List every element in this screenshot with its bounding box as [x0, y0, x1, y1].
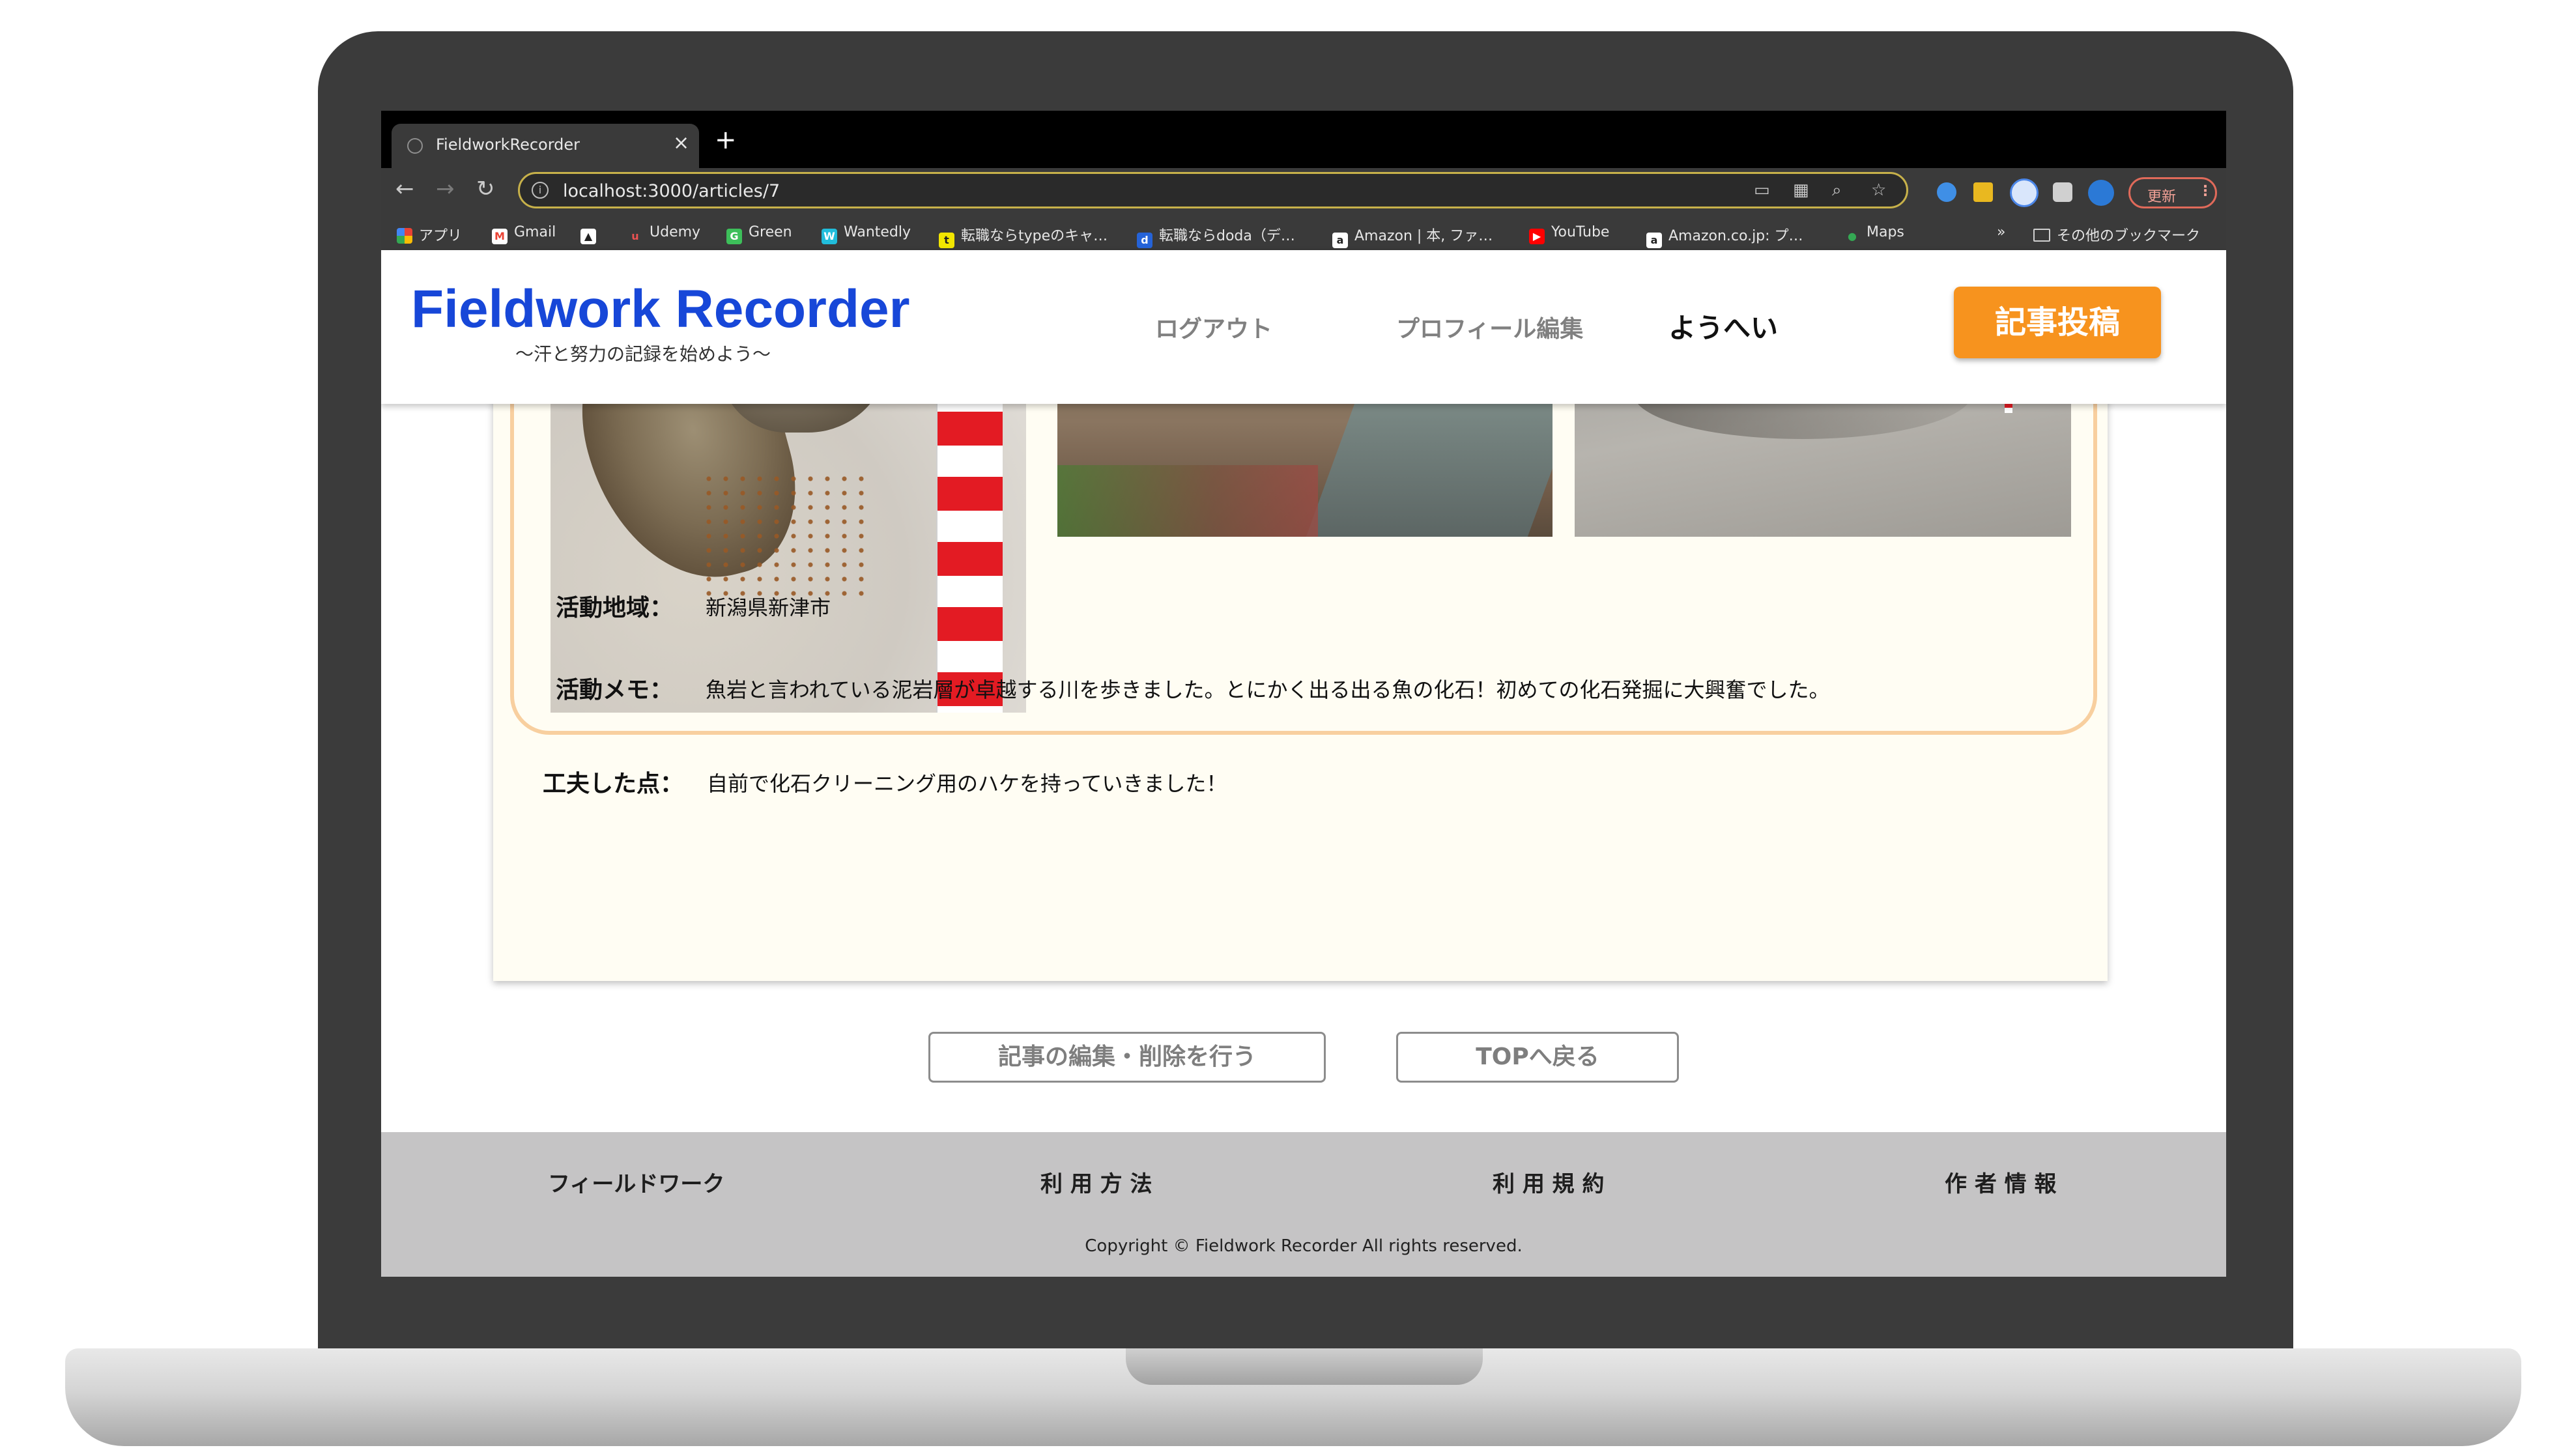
udemy-icon: u [631, 230, 639, 242]
page-body: 活動地域： 新潟県新津市 活動メモ： 魚岩と言われている泥岩層が卓越する川を歩き… [381, 250, 2226, 1277]
forward-arrow-icon[interactable]: → [436, 176, 455, 202]
screen: FieldworkRecorder × + ← → ↻ i localhost:… [381, 111, 2226, 1277]
bookmark-amazon[interactable]: a Amazon | 本, ファ… [1332, 224, 1493, 248]
atcoder-icon: ▲ [580, 229, 596, 244]
back-arrow-icon[interactable]: ← [395, 176, 414, 202]
browser-toolbar: ← → ↻ i localhost:3000/articles/7 ▭ ▦ ⌕ … [381, 168, 2226, 215]
close-tab-icon[interactable]: × [673, 132, 689, 154]
footer-link-usage[interactable]: 利 用 方 法 [1040, 1166, 1152, 1198]
tab-strip: FieldworkRecorder × + [381, 111, 2226, 168]
other-bookmarks[interactable]: その他のブックマーク [2033, 224, 2200, 245]
youtube-icon: ▶ [1529, 229, 1545, 244]
bookmark-atcoder[interactable]: ▲ [580, 224, 603, 244]
zoom-icon[interactable]: ⌕ [1832, 180, 1842, 201]
maps-pin-icon: ● [1848, 230, 1857, 242]
qr-code-icon[interactable]: ▦ [1793, 180, 1809, 200]
wantedly-icon: W [822, 229, 837, 244]
nav-logout[interactable]: ログアウト [1155, 310, 1272, 344]
footer-link-terms[interactable]: 利 用 規 約 [1493, 1166, 1605, 1198]
menu-kebab-icon: ⋮ [2198, 183, 2212, 199]
amazon-icon: a [1332, 233, 1348, 248]
cast-icon[interactable]: ▭ [1754, 180, 1770, 200]
globe-icon [407, 138, 423, 154]
folder-icon [2033, 229, 2050, 242]
site-header: Fieldwork Recorder 〜汗と努力の記録を始めよう〜 ログアウト … [381, 250, 2226, 404]
bookmark-apps[interactable]: アプリ [397, 224, 462, 245]
nav-username[interactable]: ようへい [1668, 306, 1778, 346]
doda-icon: d [1137, 233, 1152, 248]
ingenuity-value: 自前で化石クリーニング用のハケを持っていきました！ [707, 771, 1227, 796]
edit-delete-article-button[interactable]: 記事の編集・削除を行う [928, 1032, 1326, 1083]
copyright-text: Copyright © Fieldwork Recorder All right… [1085, 1236, 1523, 1256]
puzzle-extensions-icon[interactable] [2053, 182, 2072, 202]
memo-label: 活動メモ： [556, 677, 674, 704]
update-label: 更新 [2147, 189, 2177, 205]
browser-tab[interactable]: FieldworkRecorder × [392, 124, 699, 168]
site-logo[interactable]: Fieldwork Recorder [411, 279, 910, 340]
bookmark-green[interactable]: G Green [726, 224, 792, 244]
site-info-icon[interactable]: i [532, 182, 549, 199]
bookmark-amazon-jp[interactable]: a Amazon.co.jp: プ… [1646, 224, 1803, 248]
footer-link-fieldwork[interactable]: フィールドワーク [548, 1166, 724, 1198]
ingenuity-label: 工夫した点： [543, 771, 684, 797]
amazon-icon: a [1646, 233, 1662, 248]
site-footer: フィールドワーク 利 用 方 法 利 用 規 約 作 者 情 報 Copyrig… [381, 1132, 2226, 1277]
apps-grid-icon [397, 228, 412, 244]
url-text: localhost:3000/articles/7 [563, 181, 780, 201]
green-icon: G [726, 229, 742, 244]
reload-icon[interactable]: ↻ [476, 176, 495, 202]
laptop-notch [1126, 1348, 1483, 1385]
back-to-top-button[interactable]: TOPへ戻る [1396, 1032, 1679, 1083]
post-article-button[interactable]: 記事投稿 [1954, 287, 2161, 358]
bookmarks-bar: アプリ M Gmail ▲ u Udemy G Green W Wantedly t 転職… [381, 215, 2226, 250]
bookmark-udemy[interactable]: u Udemy [627, 224, 700, 244]
cloud-extension-icon[interactable] [1937, 182, 1956, 202]
translate-extension-icon[interactable] [2010, 178, 2039, 207]
nav-profile-edit[interactable]: プロフィール編集 [1396, 310, 1583, 344]
bookmark-star-icon[interactable]: ☆ [1871, 180, 1886, 200]
bookmarks-overflow[interactable]: » [1997, 224, 2005, 240]
bookmark-maps[interactable]: ● Maps [1844, 224, 1904, 244]
tab-title: FieldworkRecorder [436, 135, 580, 154]
bookmark-doda[interactable]: d 転職ならdoda（デ… [1137, 224, 1295, 248]
profile-avatar-icon[interactable] [2088, 180, 2114, 206]
bookmark-wantedly[interactable]: W Wantedly [822, 224, 911, 244]
region-label: 活動地域： [556, 595, 674, 621]
bookmark-youtube[interactable]: ▶ YouTube [1529, 224, 1609, 244]
bookmark-type[interactable]: t 転職ならtypeのキャ… [939, 224, 1108, 248]
gmail-icon: M [492, 229, 508, 244]
type-icon: t [939, 233, 954, 248]
bookmark-gmail[interactable]: M Gmail [492, 224, 556, 244]
site-tagline: 〜汗と努力の記録を始めよう〜 [515, 343, 771, 365]
extension-icon[interactable] [1973, 182, 1993, 202]
new-tab-button[interactable]: + [715, 125, 737, 155]
footer-link-author[interactable]: 作 者 情 報 [1945, 1166, 2057, 1198]
memo-value: 魚岩と言われている泥岩層が卓越する川を歩きました。とにかく出る出る魚の化石！初め… [706, 677, 1830, 702]
region-value: 新潟県新津市 [706, 595, 831, 620]
update-button[interactable]: 更新 ⋮ [2128, 177, 2217, 208]
address-bar[interactable]: i localhost:3000/articles/7 ▭ ▦ ⌕ ☆ [518, 172, 1908, 208]
